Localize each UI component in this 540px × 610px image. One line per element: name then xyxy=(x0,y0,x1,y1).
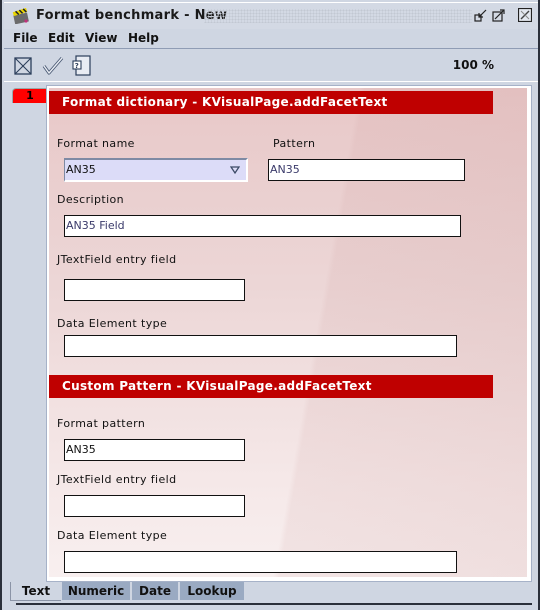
entry-field-label: JTextField entry field xyxy=(57,253,177,266)
confirm-check-icon[interactable] xyxy=(42,55,64,77)
pattern-label: Pattern xyxy=(273,137,316,150)
chevron-down-icon[interactable] xyxy=(230,165,240,175)
data-element-type-field[interactable] xyxy=(64,335,457,357)
format-name-combo[interactable]: AN35 xyxy=(64,158,248,182)
menu-view[interactable]: View xyxy=(85,31,117,45)
section-header-custom-pattern: Custom Pattern - KVisualPage.addFacetTex… xyxy=(49,375,493,398)
help-document-icon[interactable]: ? xyxy=(71,55,93,77)
app-window: Format benchmark - New File Edit View He… xyxy=(0,0,540,610)
format-pattern-field[interactable]: AN35 xyxy=(64,439,245,461)
toolbar: ? 100 % xyxy=(4,49,538,82)
menu-help[interactable]: Help xyxy=(128,31,159,45)
cancel-icon[interactable] xyxy=(13,55,35,77)
custom-entry-field[interactable] xyxy=(64,495,245,517)
maximize-icon[interactable] xyxy=(492,8,506,22)
tab-text[interactable]: Text xyxy=(10,582,61,601)
close-icon[interactable] xyxy=(518,8,532,22)
form-panel: Format dictionary - KVisualPage.addFacet… xyxy=(49,88,527,577)
menu-file[interactable]: File xyxy=(13,31,38,45)
iconify-icon[interactable] xyxy=(474,8,488,22)
window-title: Format benchmark - New xyxy=(36,8,228,23)
menu-edit[interactable]: Edit xyxy=(48,31,75,45)
format-name-label: Format name xyxy=(57,137,135,150)
description-label: Description xyxy=(57,193,125,206)
bottom-border xyxy=(16,603,532,605)
clapperboard-icon xyxy=(12,8,29,24)
format-name-value: AN35 xyxy=(66,163,96,176)
format-pattern-label: Format pattern xyxy=(57,417,146,430)
data-element-type-label: Data Element type xyxy=(57,317,168,330)
description-field[interactable]: AN35 Field xyxy=(64,215,461,237)
tab-numeric[interactable]: Numeric xyxy=(62,582,130,600)
tab-lookup[interactable]: Lookup xyxy=(180,582,244,600)
type-tabs: Text Numeric Date Lookup xyxy=(6,582,538,602)
page-tab-1[interactable]: 1 xyxy=(12,88,48,103)
svg-text:?: ? xyxy=(75,62,79,70)
custom-data-element-type-label: Data Element type xyxy=(57,529,168,542)
custom-entry-field-label: JTextField entry field xyxy=(57,473,177,486)
title-grip xyxy=(204,9,472,23)
custom-data-element-type-field[interactable] xyxy=(64,551,457,573)
tab-date[interactable]: Date xyxy=(132,582,178,600)
section-header-format-dictionary: Format dictionary - KVisualPage.addFacet… xyxy=(49,91,493,114)
entry-field[interactable] xyxy=(64,279,245,301)
menu-bar: File Edit View Help xyxy=(4,28,538,49)
page-sidebar xyxy=(6,83,46,583)
pattern-field[interactable]: AN35 xyxy=(268,159,465,181)
title-bar[interactable]: Format benchmark - New xyxy=(4,2,538,29)
zoom-level: 100 % xyxy=(452,58,494,72)
